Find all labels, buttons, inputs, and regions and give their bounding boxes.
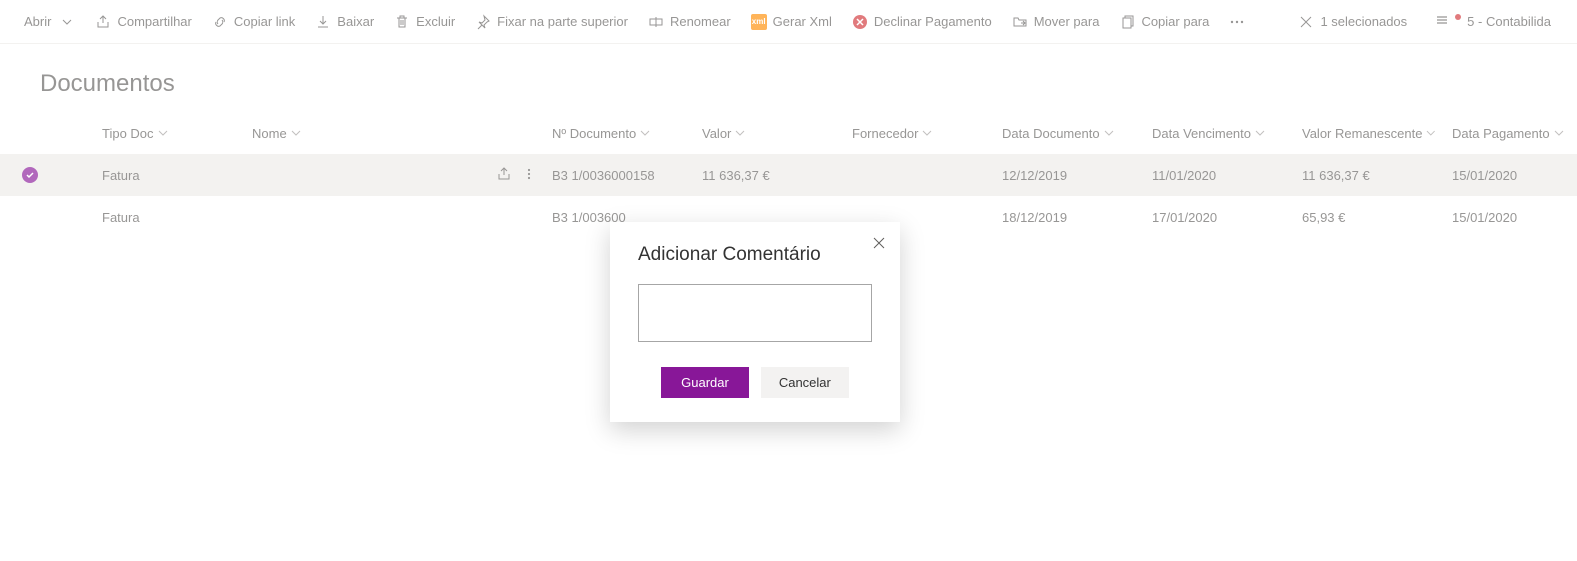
comment-input[interactable] xyxy=(638,284,872,342)
dialog-title: Adicionar Comentário xyxy=(638,244,872,266)
cancel-button[interactable]: Cancelar xyxy=(761,367,849,398)
add-comment-dialog: Adicionar Comentário Guardar Cancelar xyxy=(610,222,900,422)
save-button[interactable]: Guardar xyxy=(661,367,749,398)
dialog-close-button[interactable] xyxy=(872,236,886,253)
